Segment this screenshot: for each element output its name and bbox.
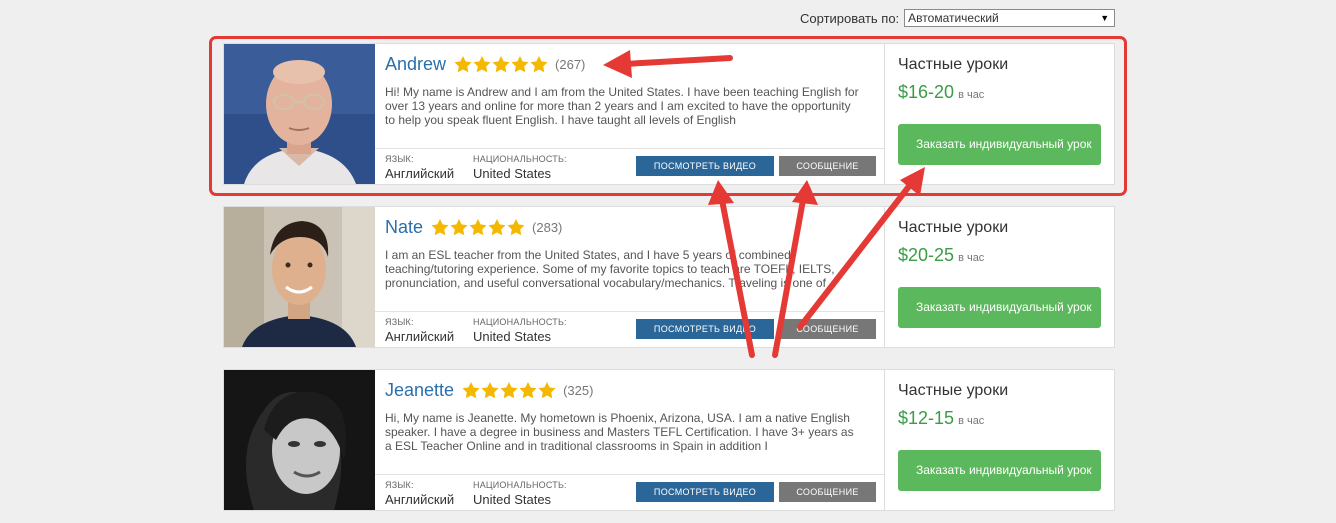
sort-bar: Сортировать по: Автоматический ▼ (800, 9, 1116, 27)
teacher-info: Jeanette (325) Hi, My name is Jeanette. … (375, 370, 885, 510)
language-label: ЯЗЫК: (385, 317, 414, 327)
teacher-photo[interactable] (224, 207, 375, 347)
avatar (224, 207, 375, 347)
sort-select[interactable]: Автоматический ▼ (904, 9, 1116, 27)
nationality-label: НАЦИОНАЛЬНОСТЬ: (473, 480, 567, 490)
price-panel: Частные уроки $12-15 в час Заказать индив… (885, 370, 1114, 510)
divider (375, 474, 884, 475)
language-value: Английский (385, 492, 455, 507)
nationality-value: United States (473, 492, 552, 507)
price-range: $12-15 в час (898, 408, 984, 429)
watch-video-button[interactable]: ПОСМОТРЕТЬ ВИДЕО (636, 319, 774, 339)
avatar (224, 370, 375, 510)
star-icon (450, 218, 468, 235)
star-icon (469, 218, 487, 235)
star-icon (519, 381, 537, 398)
language-value: Английский (385, 329, 455, 344)
name-row: Nate (283) (385, 216, 562, 238)
teacher-photo[interactable] (224, 370, 375, 510)
teacher-bio: I am an ESL teacher from the United Stat… (385, 248, 835, 290)
teacher-card-nate: Nate (283) I am an ESL teacher from the … (223, 206, 1115, 348)
star-icon (481, 381, 499, 398)
price-value: $12-15 (898, 408, 955, 428)
order-lesson-button[interactable]: Заказать индивидуальный урок (898, 450, 1101, 491)
star-icon (538, 381, 556, 398)
teacher-name[interactable]: Jeanette (385, 380, 454, 401)
star-icon (488, 218, 506, 235)
teacher-info: Nate (283) I am an ESL teacher from the … (375, 207, 885, 347)
rating-stars (431, 218, 526, 236)
teacher-name[interactable]: Nate (385, 217, 423, 238)
divider (375, 311, 884, 312)
star-icon (462, 381, 480, 398)
chevron-down-icon: ▼ (1100, 13, 1110, 23)
teacher-card-jeanette: Jeanette (325) Hi, My name is Jeanette. … (223, 369, 1115, 511)
language-label: ЯЗЫК: (385, 480, 414, 490)
watch-video-button[interactable]: ПОСМОТРЕТЬ ВИДЕО (636, 482, 774, 502)
star-icon (431, 218, 449, 235)
price-unit: в час (958, 415, 985, 427)
order-lesson-button[interactable]: Заказать индивидуальный урок (898, 287, 1101, 328)
price-range: $20-25 в час (898, 245, 984, 266)
sort-label: Сортировать по: (800, 10, 900, 26)
price-unit: в час (958, 252, 985, 264)
review-count: (283) (532, 219, 563, 235)
lessons-title: Частные уроки (898, 382, 1009, 399)
rating-stars (462, 381, 557, 399)
lessons-title: Частные уроки (898, 219, 1009, 236)
star-icon (507, 218, 525, 235)
name-row: Jeanette (325) (385, 379, 593, 401)
nationality-value: United States (473, 329, 552, 344)
nationality-label: НАЦИОНАЛЬНОСТЬ: (473, 317, 567, 327)
sort-selected-value: Автоматический (908, 11, 999, 25)
message-button[interactable]: СООБЩЕНИЕ (779, 482, 876, 502)
price-value: $20-25 (898, 245, 955, 265)
star-icon (500, 381, 518, 398)
price-panel: Частные уроки $20-25 в час Заказать индив… (885, 207, 1114, 347)
highlight-box (209, 36, 1127, 196)
teacher-bio: Hi, My name is Jeanette. My hometown is … (385, 411, 854, 453)
review-count: (325) (563, 382, 594, 398)
message-button[interactable]: СООБЩЕНИЕ (779, 319, 876, 339)
